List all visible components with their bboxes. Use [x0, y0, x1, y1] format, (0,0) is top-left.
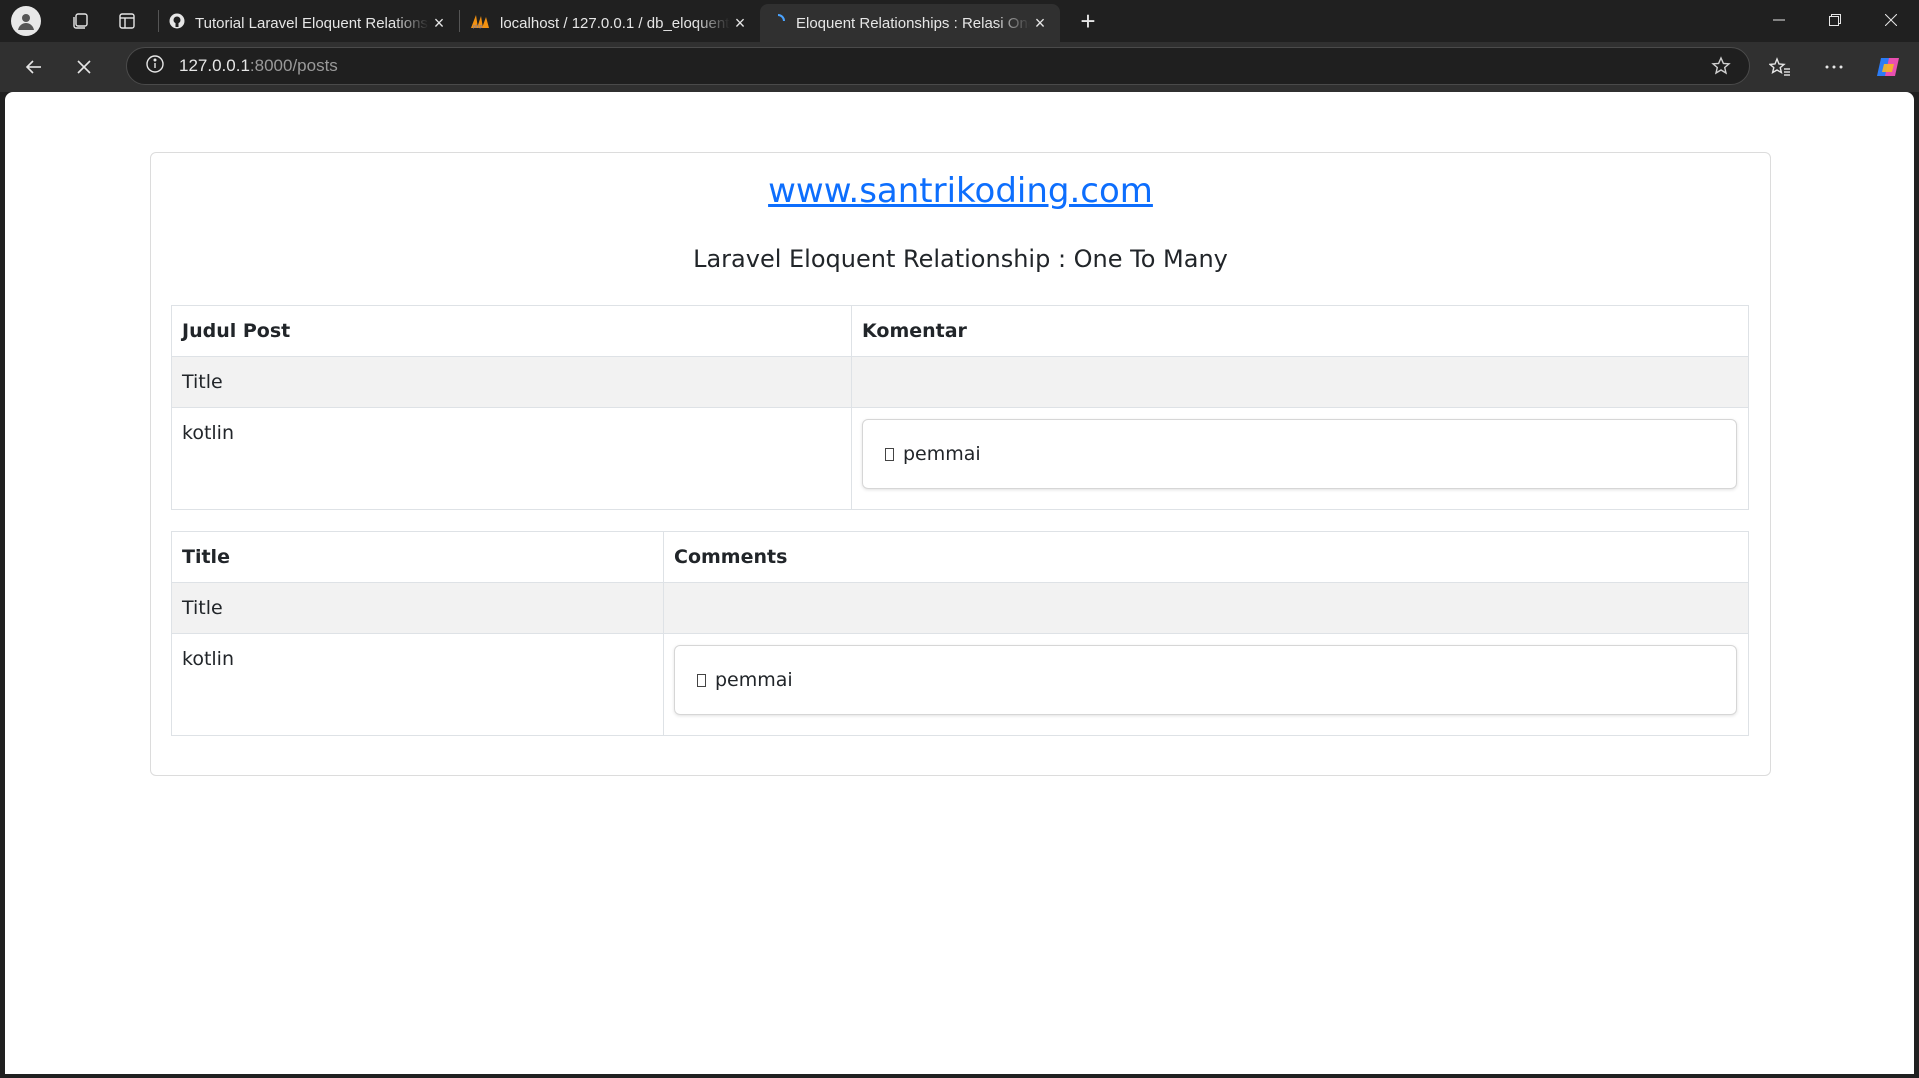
window-controls — [1751, 0, 1919, 40]
content-card: www.santrikoding.com Laravel Eloquent Re… — [150, 152, 1771, 776]
loading-spinner-icon — [770, 13, 786, 33]
close-window-icon[interactable] — [1863, 0, 1919, 40]
missing-glyph-icon — [885, 447, 894, 461]
tab-title: localhost / 127.0.0.1 / db_eloquent — [500, 14, 730, 32]
comment-cell — [851, 356, 1749, 408]
svg-text:php: php — [473, 24, 483, 29]
minimize-icon[interactable] — [1751, 0, 1807, 40]
close-tab-icon[interactable]: × — [1030, 13, 1050, 33]
comment-text: pemmai — [715, 669, 793, 691]
close-tab-icon[interactable]: × — [730, 13, 750, 33]
favorite-star-icon[interactable] — [1711, 56, 1731, 81]
back-arrow-icon[interactable] — [14, 47, 54, 87]
tab-title: Tutorial Laravel Eloquent Relationship — [195, 14, 429, 32]
page-subtitle: Laravel Eloquent Relationship : One To M… — [693, 245, 1228, 273]
url-path: :8000/posts — [249, 56, 338, 75]
toolbar-right-actions — [1753, 47, 1919, 87]
close-tab-icon[interactable]: × — [429, 13, 449, 33]
post-title-cell: kotlin — [171, 407, 852, 510]
url-host: 127.0.0.1 — [179, 56, 250, 75]
column-header: Title — [171, 531, 664, 583]
column-header: Judul Post — [171, 305, 852, 357]
stop-loading-icon[interactable] — [64, 47, 104, 87]
github-favicon-icon — [169, 13, 185, 33]
posts-table-indonesian: Judul Post Komentar Title kotlin pemmai — [171, 305, 1749, 510]
posts-table-english: Title Comments Title kotlin pemmai — [171, 531, 1749, 736]
url-text[interactable]: 127.0.0.1:8000/posts — [179, 56, 338, 76]
browser-toolbar: 127.0.0.1:8000/posts — [0, 42, 1919, 92]
table-row: kotlin pemmai — [171, 407, 1749, 510]
comment-list-item: pemmai — [674, 645, 1737, 715]
table-row: kotlin pemmai — [171, 633, 1749, 736]
address-bar[interactable]: 127.0.0.1:8000/posts — [126, 47, 1750, 85]
tab-tutorial-laravel[interactable]: Tutorial Laravel Eloquent Relationship × — [159, 4, 459, 42]
tab-phpmyadmin[interactable]: php localhost / 127.0.0.1 / db_eloquent … — [460, 4, 760, 42]
table-header-row: Judul Post Komentar — [171, 305, 1749, 357]
site-link[interactable]: www.santrikoding.com — [151, 171, 1770, 211]
site-info-icon[interactable] — [145, 54, 165, 79]
column-header: Komentar — [851, 305, 1749, 357]
tab-actions-icon[interactable] — [104, 2, 150, 40]
tab-title: Eloquent Relationships : Relasi One To M… — [796, 14, 1030, 32]
post-title-cell: kotlin — [171, 633, 664, 736]
favorites-icon[interactable] — [1753, 47, 1807, 87]
page-viewport: www.santrikoding.com Laravel Eloquent Re… — [5, 92, 1914, 1074]
post-title-cell: Title — [171, 356, 852, 408]
comment-cell — [663, 582, 1749, 634]
post-title-cell: Title — [171, 582, 664, 634]
profile-avatar-icon[interactable] — [11, 6, 41, 36]
tab-eloquent-relationships[interactable]: Eloquent Relationships : Relasi One To M… — [760, 4, 1060, 42]
new-tab-plus-icon[interactable]: + — [1068, 2, 1108, 40]
comment-cell: pemmai — [663, 633, 1749, 736]
restore-icon[interactable] — [1807, 0, 1863, 40]
copilot-icon[interactable] — [1861, 47, 1915, 87]
table-header-row: Title Comments — [171, 531, 1749, 583]
comment-list-item: pemmai — [862, 419, 1737, 489]
tab-strip: Tutorial Laravel Eloquent Relationship ×… — [0, 0, 1919, 42]
comment-cell: pemmai — [851, 407, 1749, 510]
comment-text: pemmai — [903, 443, 981, 465]
workspaces-icon[interactable] — [58, 2, 104, 40]
missing-glyph-icon — [697, 673, 706, 687]
table-row: Title — [171, 356, 1749, 408]
column-header: Comments — [663, 531, 1749, 583]
phpmyadmin-favicon-icon: php — [470, 13, 490, 33]
table-row: Title — [171, 582, 1749, 634]
more-options-icon[interactable] — [1807, 47, 1861, 87]
